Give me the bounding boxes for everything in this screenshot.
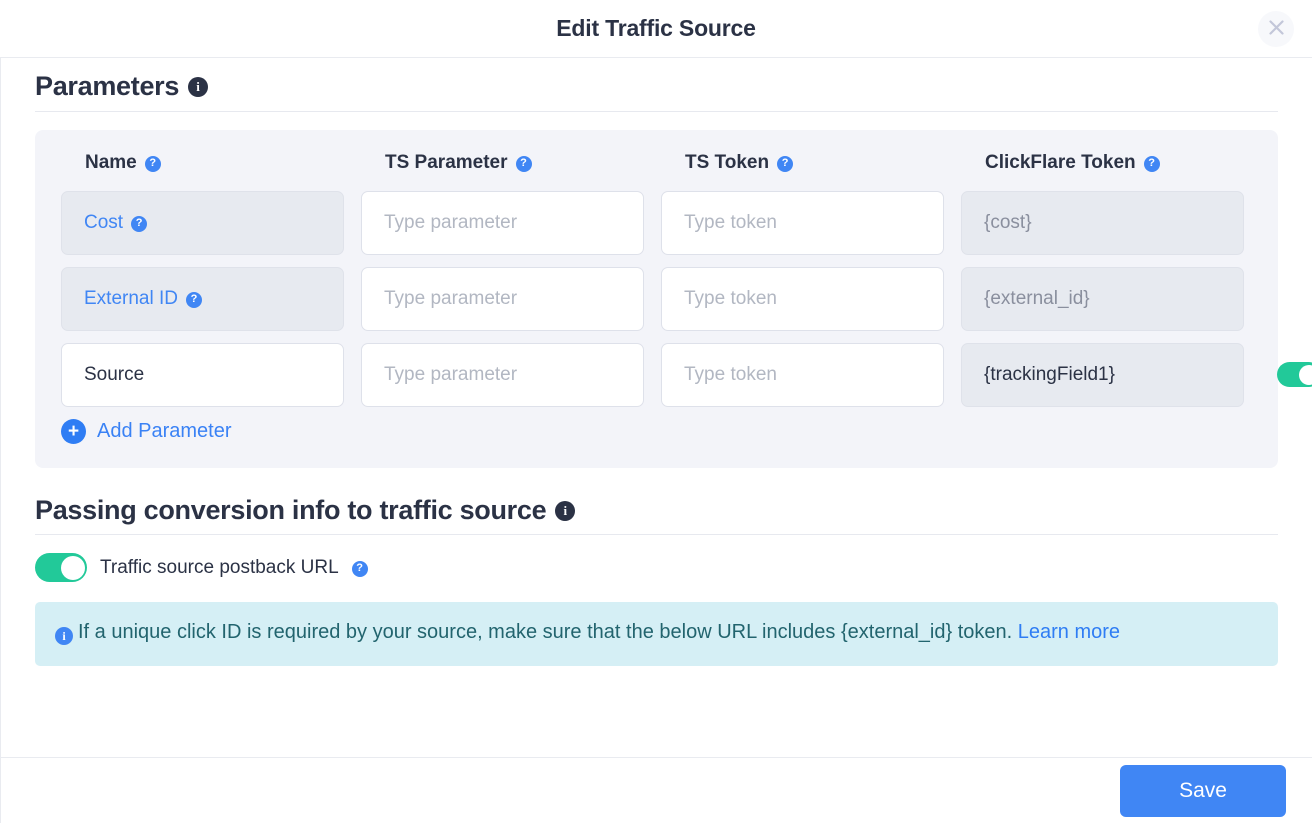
row-enabled-toggle[interactable] <box>1277 362 1312 388</box>
parameter-name-field[interactable]: Cost ? <box>61 190 344 255</box>
column-header-clickflare-token: ClickFlare Token ? <box>961 152 1244 174</box>
parameter-name-value: Cost <box>84 211 124 233</box>
ts-token-input[interactable]: Type token <box>661 342 944 407</box>
postback-url-toggle[interactable] <box>35 553 87 583</box>
clickflare-token-field: {cost} <box>961 190 1244 255</box>
learn-more-link[interactable]: Learn more <box>1018 621 1120 643</box>
modal-footer: Save <box>0 757 1312 823</box>
conversion-section-header: Passing conversion info to traffic sourc… <box>35 494 1278 535</box>
toggle-knob <box>60 555 85 580</box>
column-header-ts-token-label: TS Token <box>685 151 770 173</box>
section-divider <box>35 534 1278 536</box>
parameters-title: Parameters <box>35 71 180 101</box>
parameters-panel: Name ? TS Parameter ? TS Token ? ClickFl… <box>35 129 1312 468</box>
column-header-clickflare-token-label: ClickFlare Token <box>985 151 1136 173</box>
info-icon[interactable]: i <box>555 500 576 521</box>
help-icon[interactable]: ? <box>144 155 161 172</box>
clickflare-token-value: {cost} <box>984 211 1032 233</box>
ts-token-placeholder: Type token <box>684 287 777 309</box>
close-button[interactable] <box>1258 11 1294 47</box>
ts-token-placeholder: Type token <box>684 211 777 233</box>
section-divider <box>35 110 1278 112</box>
modal-header: Edit Traffic Source <box>0 0 1312 57</box>
page-title: Edit Traffic Source <box>556 15 756 41</box>
help-icon[interactable]: ? <box>131 215 148 232</box>
clickflare-token-value: {trackingField1} <box>984 363 1115 385</box>
save-button[interactable]: Save <box>1120 764 1286 817</box>
help-icon[interactable]: ? <box>351 560 368 577</box>
info-icon[interactable]: i <box>188 76 209 97</box>
close-icon <box>1268 19 1285 39</box>
clickflare-token-field: {external_id} <box>961 266 1244 331</box>
alert-text: If a unique click ID is required by your… <box>78 621 1013 644</box>
ts-parameter-input[interactable]: Type parameter <box>361 190 644 255</box>
info-icon: i <box>55 627 73 646</box>
ts-parameter-input[interactable]: Type parameter <box>361 342 644 407</box>
postback-toggle-row: Traffic source postback URL ? <box>35 553 1278 583</box>
column-header-name: Name ? <box>61 152 344 174</box>
add-parameter-label: Add Parameter <box>97 419 232 442</box>
postback-toggle-label: Traffic source postback URL <box>100 556 339 578</box>
parameter-name-value: External ID <box>84 287 178 309</box>
help-icon[interactable]: ? <box>185 291 202 308</box>
parameter-name-input[interactable]: Source <box>61 342 344 407</box>
ts-token-input[interactable]: Type token <box>661 190 944 255</box>
ts-parameter-placeholder: Type parameter <box>384 363 518 385</box>
ts-parameter-input[interactable]: Type parameter <box>361 266 644 331</box>
parameter-name-field[interactable]: External ID ? <box>61 266 344 331</box>
info-alert: i If a unique click ID is required by you… <box>35 602 1278 667</box>
column-header-ts-parameter: TS Parameter ? <box>361 152 644 174</box>
toggle-knob <box>1298 364 1312 385</box>
modal-body: Parameters i Name ? TS Parameter ? TS To… <box>0 57 1312 757</box>
table-row: Source Type parameter Type token {tracki… <box>61 342 1312 407</box>
table-row: External ID ? Type parameter Type token … <box>61 266 1252 331</box>
conversion-title: Passing conversion info to traffic sourc… <box>35 494 547 525</box>
ts-token-input[interactable]: Type token <box>661 266 944 331</box>
table-row: Cost ? Type parameter Type token {cost} <box>61 190 1252 255</box>
add-parameter-button[interactable]: + Add Parameter <box>61 418 232 444</box>
parameters-section-header: Parameters i <box>35 71 1278 111</box>
parameter-name-value: Source <box>84 363 145 385</box>
clickflare-token-field: {trackingField1} <box>961 342 1244 407</box>
row-actions <box>1261 360 1312 389</box>
clickflare-token-value: {external_id} <box>984 287 1090 309</box>
ts-token-placeholder: Type token <box>684 363 777 385</box>
ts-parameter-placeholder: Type parameter <box>384 287 518 309</box>
help-icon[interactable]: ? <box>777 155 794 172</box>
edit-traffic-source-modal: Edit Traffic Source Parameters i Name ? … <box>0 0 1312 823</box>
help-icon[interactable]: ? <box>1143 155 1160 172</box>
parameters-table-header: Name ? TS Parameter ? TS Token ? ClickFl… <box>61 152 1252 174</box>
column-header-name-label: Name <box>85 151 137 173</box>
help-icon[interactable]: ? <box>515 155 532 172</box>
plus-icon: + <box>61 418 86 444</box>
column-header-ts-parameter-label: TS Parameter <box>385 151 508 173</box>
ts-parameter-placeholder: Type parameter <box>384 211 518 233</box>
column-header-ts-token: TS Token ? <box>661 152 944 174</box>
